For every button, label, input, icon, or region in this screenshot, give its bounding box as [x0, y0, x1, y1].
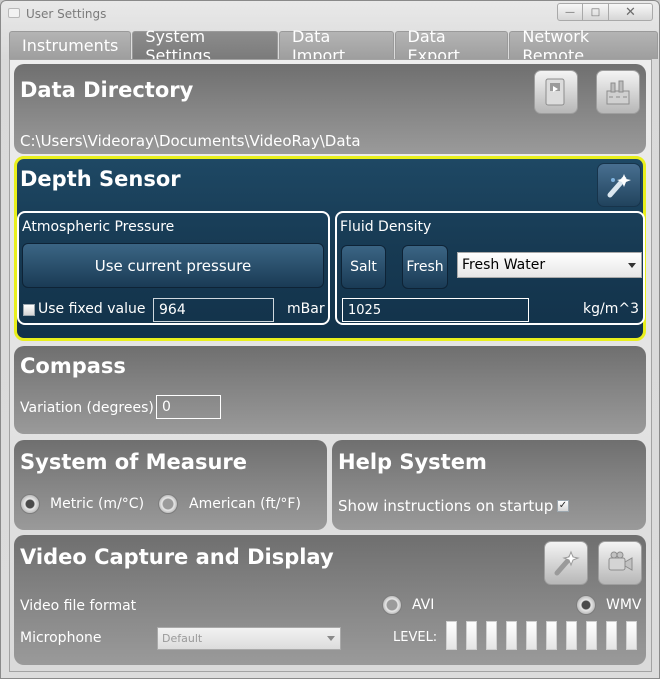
level-segment	[526, 621, 537, 650]
fluid-density-title: Fluid Density	[340, 219, 432, 235]
check-icon: ✓	[558, 500, 568, 511]
compass-title: Compass	[20, 354, 126, 378]
system-of-measure-panel: System of Measure Metric (m/°C) American…	[14, 440, 327, 530]
avi-radio[interactable]	[382, 595, 402, 615]
help-system-panel: Help System Show instructions on startup…	[332, 440, 646, 530]
depth-sensor-title: Depth Sensor	[20, 167, 181, 191]
level-segment	[566, 621, 577, 650]
user-settings-window: User Settings — □ ✕ Instruments System S…	[0, 0, 660, 679]
window-controls: — □ ✕	[557, 3, 653, 21]
show-instructions-label: Show instructions on startup	[338, 497, 554, 515]
wand-icon	[607, 174, 631, 198]
wmv-label: WMV	[606, 597, 642, 613]
level-label: LEVEL:	[393, 630, 438, 645]
wand-icon	[554, 550, 580, 576]
depth-sensor-panel: Depth Sensor Atmospheric Pressure Use cu…	[14, 156, 646, 341]
microphone-select[interactable]: Default	[157, 627, 341, 650]
fluid-type-select[interactable]: Fresh Water	[457, 252, 642, 278]
pressure-unit-label: mBar	[287, 301, 325, 317]
browse-directory-button[interactable]	[596, 70, 640, 114]
window-title: User Settings	[26, 7, 107, 21]
show-instructions-checkbox[interactable]: ✓	[557, 500, 569, 512]
level-segment	[606, 621, 617, 650]
video-format-label: Video file format	[20, 598, 137, 614]
video-settings-button[interactable]	[544, 541, 588, 585]
american-label: American (ft/°F)	[189, 496, 301, 512]
fluid-density-input[interactable]	[342, 298, 529, 322]
use-fixed-value-checkbox[interactable]	[23, 304, 35, 316]
data-directory-panel: Data Directory C:\Users\Videoray\Documen…	[14, 64, 646, 154]
tab-instruments[interactable]: Instruments	[9, 31, 132, 59]
american-radio[interactable]	[158, 494, 178, 514]
level-segment	[546, 621, 557, 650]
depth-calibrate-button[interactable]	[597, 163, 641, 207]
level-segment	[506, 621, 517, 650]
use-current-pressure-button[interactable]: Use current pressure	[22, 243, 324, 288]
fluid-type-value: Fresh Water	[462, 257, 546, 273]
maximize-icon: □	[590, 6, 601, 18]
variation-input[interactable]	[156, 395, 221, 419]
wmv-radio[interactable]	[576, 595, 596, 615]
salt-button[interactable]: Salt	[341, 245, 386, 289]
close-icon: ✕	[625, 4, 636, 20]
tab-data-import[interactable]: Data Import	[279, 27, 394, 65]
level-segment	[466, 621, 477, 650]
density-unit-label: kg/m^3	[583, 301, 639, 317]
microphone-value: Default	[162, 632, 203, 645]
camera-button[interactable]	[598, 541, 642, 585]
atmospheric-pressure-title: Atmospheric Pressure	[22, 219, 175, 235]
system-settings-page: Data Directory C:\Users\Videoray\Documen…	[9, 59, 652, 672]
tab-data-export[interactable]: Data Export	[394, 27, 509, 65]
metric-radio[interactable]	[20, 494, 40, 514]
avi-label: AVI	[412, 597, 435, 613]
level-segment	[446, 621, 457, 650]
chevron-down-icon	[327, 636, 335, 641]
use-fixed-value-label: Use fixed value	[38, 301, 146, 317]
maximize-button[interactable]: □	[583, 3, 609, 21]
compass-panel: Compass Variation (degrees)	[14, 346, 646, 434]
fluid-density-box: Fluid Density Salt Fresh Fresh Water kg/…	[335, 211, 645, 325]
chevron-down-icon	[628, 263, 636, 268]
metric-label: Metric (m/°C)	[50, 496, 145, 512]
system-of-measure-title: System of Measure	[20, 450, 248, 474]
tab-network-remote[interactable]: Network Remote	[509, 27, 658, 65]
settings-tabs: Instruments System Settings Data Import …	[9, 27, 659, 65]
close-button[interactable]: ✕	[609, 3, 653, 21]
title-bar[interactable]: User Settings — □ ✕	[1, 1, 659, 27]
atmospheric-pressure-box: Atmospheric Pressure Use current pressur…	[17, 211, 330, 325]
video-capture-panel: Video Capture and Display Video file for…	[14, 535, 646, 665]
level-segment	[586, 621, 597, 650]
minimize-button[interactable]: —	[557, 3, 583, 21]
open-directory-button[interactable]	[534, 70, 578, 114]
level-segment	[626, 621, 637, 650]
minimize-icon: —	[565, 6, 575, 18]
data-directory-title: Data Directory	[20, 78, 194, 102]
factory-icon	[606, 80, 630, 105]
app-icon	[8, 8, 20, 18]
fresh-button[interactable]: Fresh	[402, 245, 448, 289]
fixed-pressure-input[interactable]	[153, 298, 274, 322]
microphone-label: Microphone	[20, 630, 102, 646]
help-system-title: Help System	[338, 450, 487, 474]
video-camera-icon	[608, 551, 633, 571]
level-segment	[486, 621, 497, 650]
variation-label: Variation (degrees)	[20, 400, 154, 416]
video-capture-title: Video Capture and Display	[20, 545, 334, 569]
tab-system-settings[interactable]: System Settings	[132, 27, 279, 65]
data-directory-path: C:\Users\Videoray\Documents\VideoRay\Dat…	[20, 132, 361, 150]
folder-open-icon	[545, 78, 565, 106]
